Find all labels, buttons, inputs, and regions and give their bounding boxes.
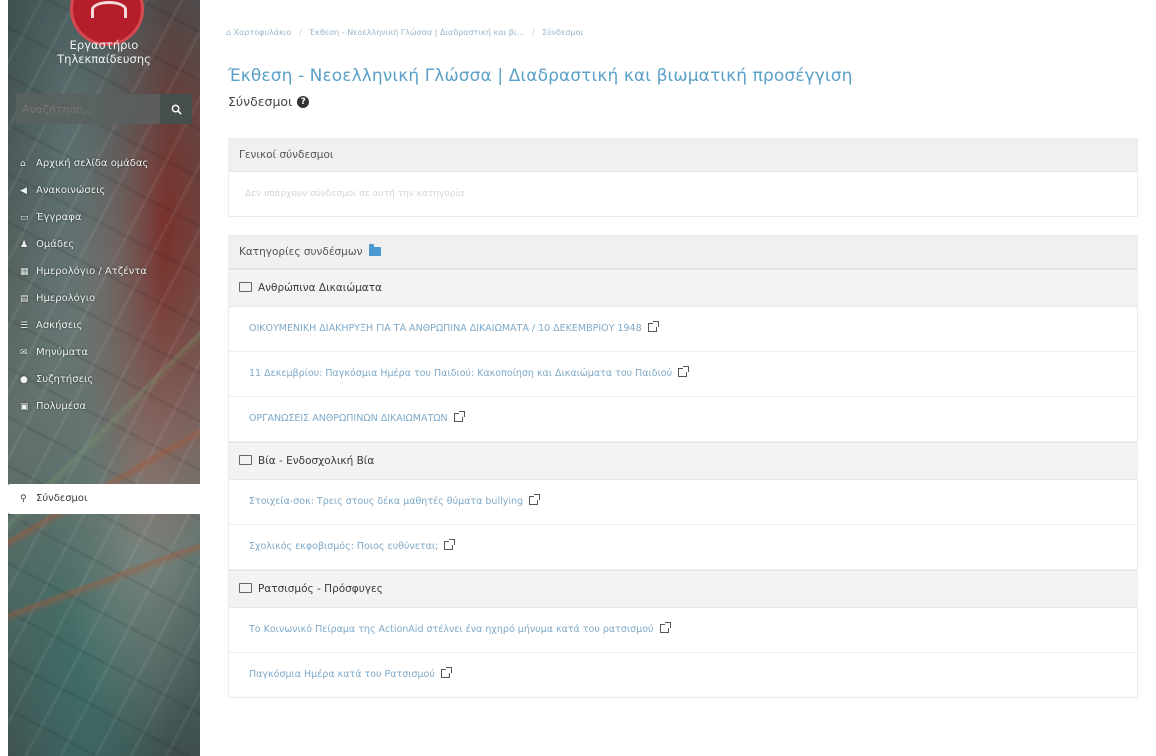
category-name: Ρατσισμός - Πρόσφυγες <box>258 583 383 595</box>
category-header[interactable]: Βία - Ενδοσχολική Βία <box>229 442 1137 480</box>
sidebar-item-discussions[interactable]: ● Συζητήσεις <box>8 366 200 393</box>
external-link-icon[interactable] <box>678 366 690 377</box>
sidebar-item-documents[interactable]: ▭ Έγγραφα <box>8 204 200 231</box>
list-item: Παγκόσμια Ημέρα κατά του Ρατσισμού <box>229 653 1137 697</box>
breadcrumb-home[interactable]: ⌂ Χαρτοφυλάκιο <box>226 28 291 37</box>
link-title[interactable]: ΟΙΚΟΥΜΕΝΙΚΗ ΔΙΑΚΗΡΥΞΗ ΓΙΑ ΤΑ ΑΝΘΡΩΠΙΝΑ Δ… <box>249 323 642 334</box>
sidebar-search <box>16 94 192 124</box>
link-title[interactable]: Παγκόσμια Ημέρα κατά του Ρατσισμού <box>249 669 435 680</box>
sidebar-item-label: Ανακοινώσεις <box>36 185 106 196</box>
link-title[interactable]: ΟΡΓΑΝΩΣΕΙΣ ΑΝΘΡΩΠΙΝΩΝ ΔΙΚΑΙΩΜΑΤΩΝ <box>249 413 448 424</box>
link-title[interactable]: Στοιχεία-σοκ: Τρεις στους δέκα μαθητές θ… <box>249 496 523 507</box>
breadcrumb-separator: / <box>531 28 535 37</box>
tasks-icon: ☰ <box>20 321 29 331</box>
link-categories-heading-text: Κατηγορίες συνδέσμων <box>239 246 363 258</box>
sidebar-item-label: Ημερολόγιο / Ατζέντα <box>36 266 147 277</box>
film-icon: ▣ <box>20 402 29 412</box>
external-link-icon[interactable] <box>440 667 452 678</box>
home-icon: ⌂ <box>20 159 26 169</box>
site-name[interactable]: Εργαστήριο Τηλεκπαίδευσης <box>8 38 200 66</box>
general-links-heading: Γενικοί σύνδεσμοι <box>229 139 1137 172</box>
breadcrumb-separator: / <box>298 28 302 37</box>
sidebar-item-calendar[interactable]: ▤ Ημερολόγιο <box>8 285 200 312</box>
page-title[interactable]: Έκθεση - Νεοελληνική Γλώσσα | Διαδραστικ… <box>228 66 852 86</box>
help-icon[interactable]: ? <box>297 95 310 108</box>
site-name-line1: Εργαστήριο <box>69 38 139 52</box>
sidebar-item-label: Αρχική σελίδα ομάδας <box>36 158 149 169</box>
search-icon <box>171 104 182 115</box>
sidebar-item-label: Μηνύματα <box>36 347 88 358</box>
sidebar-item-links[interactable]: ⚲ Σύνδεσμοι <box>8 484 200 514</box>
breadcrumb-home-label: Χαρτοφυλάκιο <box>233 28 292 37</box>
sidebar: Εργαστήριο Τηλεκπαίδευσης ⌂ Αρχική σελίδα… <box>8 0 200 756</box>
link-categories-panel: Κατηγορίες συνδέσμων Ανθρώπινα Δικαιώματ… <box>228 235 1138 698</box>
page-subtitle-text: Σύνδεσμοι <box>228 94 293 109</box>
search-button[interactable] <box>160 94 192 124</box>
sidebar-item-groups[interactable]: ♟ Ομάδες <box>8 231 200 258</box>
link-title[interactable]: Σχολικός εκφοβισμός: Ποιος ευθύνεται; <box>249 541 438 552</box>
folder-open-icon <box>239 282 252 292</box>
sidebar-item-label: Ημερολόγιο <box>36 293 96 304</box>
folder-icon: ▭ <box>20 213 29 223</box>
site-name-line2: Τηλεκπαίδευσης <box>57 52 151 66</box>
sidebar-item-announcements[interactable]: ◀ Ανακοινώσεις <box>8 177 200 204</box>
sidebar-item-label: Σύνδεσμοι <box>36 493 88 504</box>
category-name: Βία - Ενδοσχολική Βία <box>258 455 375 467</box>
general-links-panel: Γενικοί σύνδεσμοι Δεν υπάρχουν σύνδεσμοι… <box>228 138 1138 217</box>
sidebar-item-home[interactable]: ⌂ Αρχική σελίδα ομάδας <box>8 150 200 177</box>
sidebar-item-label: Έγγραφα <box>36 212 82 223</box>
users-icon: ♟ <box>20 240 29 250</box>
external-link-icon[interactable] <box>647 321 659 332</box>
external-link-icon[interactable] <box>444 539 456 550</box>
category-name: Ανθρώπινα Δικαιώματα <box>258 282 382 294</box>
sidebar-nav: ⌂ Αρχική σελίδα ομάδας ◀ Ανακοινώσεις ▭ Έγγ… <box>8 150 200 514</box>
calendar-icon: ▦ <box>20 267 29 277</box>
folder-icon[interactable] <box>368 243 381 256</box>
main-content: ⌂ Χαρτοφυλάκιο / Έκθεση - Νεοελληνική Γλ… <box>200 0 1156 756</box>
comments-icon: ● <box>20 375 28 385</box>
folder-open-icon <box>239 455 252 465</box>
folder-open-icon <box>239 583 252 593</box>
link-icon: ⚲ <box>20 494 27 504</box>
sidebar-item-multimedia[interactable]: ▣ Πολυμέσα <box>8 393 200 420</box>
link-categories-heading: Κατηγορίες συνδέσμων <box>229 236 1137 269</box>
calendar-alt-icon: ▤ <box>20 294 29 304</box>
breadcrumb-course[interactable]: Έκθεση - Νεοελληνική Γλώσσα | Διαδραστικ… <box>309 28 524 37</box>
sidebar-item-label: Ομάδες <box>36 239 75 250</box>
list-item: Στοιχεία-σοκ: Τρεις στους δέκα μαθητές θ… <box>229 480 1137 525</box>
link-title[interactable]: 11 Δεκεμβρίου: Παγκόσμια Ημέρα του Παιδι… <box>249 368 672 379</box>
category-header[interactable]: Ανθρώπινα Δικαιώματα <box>229 269 1137 307</box>
breadcrumb: ⌂ Χαρτοφυλάκιο / Έκθεση - Νεοελληνική Γλ… <box>226 28 583 37</box>
list-item: Το Κοινωνικό Πείραμα της ActionAid στέλν… <box>229 608 1137 653</box>
list-item: 11 Δεκεμβρίου: Παγκόσμια Ημέρα του Παιδι… <box>229 352 1137 397</box>
sidebar-item-agenda[interactable]: ▦ Ημερολόγιο / Ατζέντα <box>8 258 200 285</box>
general-links-empty: Δεν υπάρχουν σύνδεσμοι σε αυτή την κατηγ… <box>245 189 465 199</box>
page-subtitle: Σύνδεσμοι ? <box>228 94 310 109</box>
link-title[interactable]: Το Κοινωνικό Πείραμα της ActionAid στέλν… <box>249 624 654 635</box>
external-link-icon[interactable] <box>453 411 465 422</box>
list-item: ΟΙΚΟΥΜΕΝΙΚΗ ΔΙΑΚΗΡΥΞΗ ΓΙΑ ΤΑ ΑΝΘΡΩΠΙΝΑ Δ… <box>229 307 1137 352</box>
sidebar-item-label: Συζητήσεις <box>36 374 94 385</box>
sidebar-item-label: Πολυμέσα <box>36 401 87 412</box>
category-header[interactable]: Ρατσισμός - Πρόσφυγες <box>229 570 1137 608</box>
envelope-icon: ✉ <box>20 348 28 358</box>
search-input[interactable] <box>16 94 156 124</box>
list-item: ΟΡΓΑΝΩΣΕΙΣ ΑΝΘΡΩΠΙΝΩΝ ΔΙΚΑΙΩΜΑΤΩΝ <box>229 397 1137 442</box>
breadcrumb-current: Σύνδεσμοι <box>541 28 584 37</box>
bullhorn-icon: ◀ <box>20 186 27 196</box>
list-item: Σχολικός εκφοβισμός: Ποιος ευθύνεται; <box>229 525 1137 570</box>
sidebar-item-messages[interactable]: ✉ Μηνύματα <box>8 339 200 366</box>
sidebar-item-exercises[interactable]: ☰ Ασκήσεις <box>8 312 200 339</box>
external-link-icon[interactable] <box>529 494 541 505</box>
external-link-icon[interactable] <box>659 622 671 633</box>
sidebar-item-label: Ασκήσεις <box>36 320 83 331</box>
